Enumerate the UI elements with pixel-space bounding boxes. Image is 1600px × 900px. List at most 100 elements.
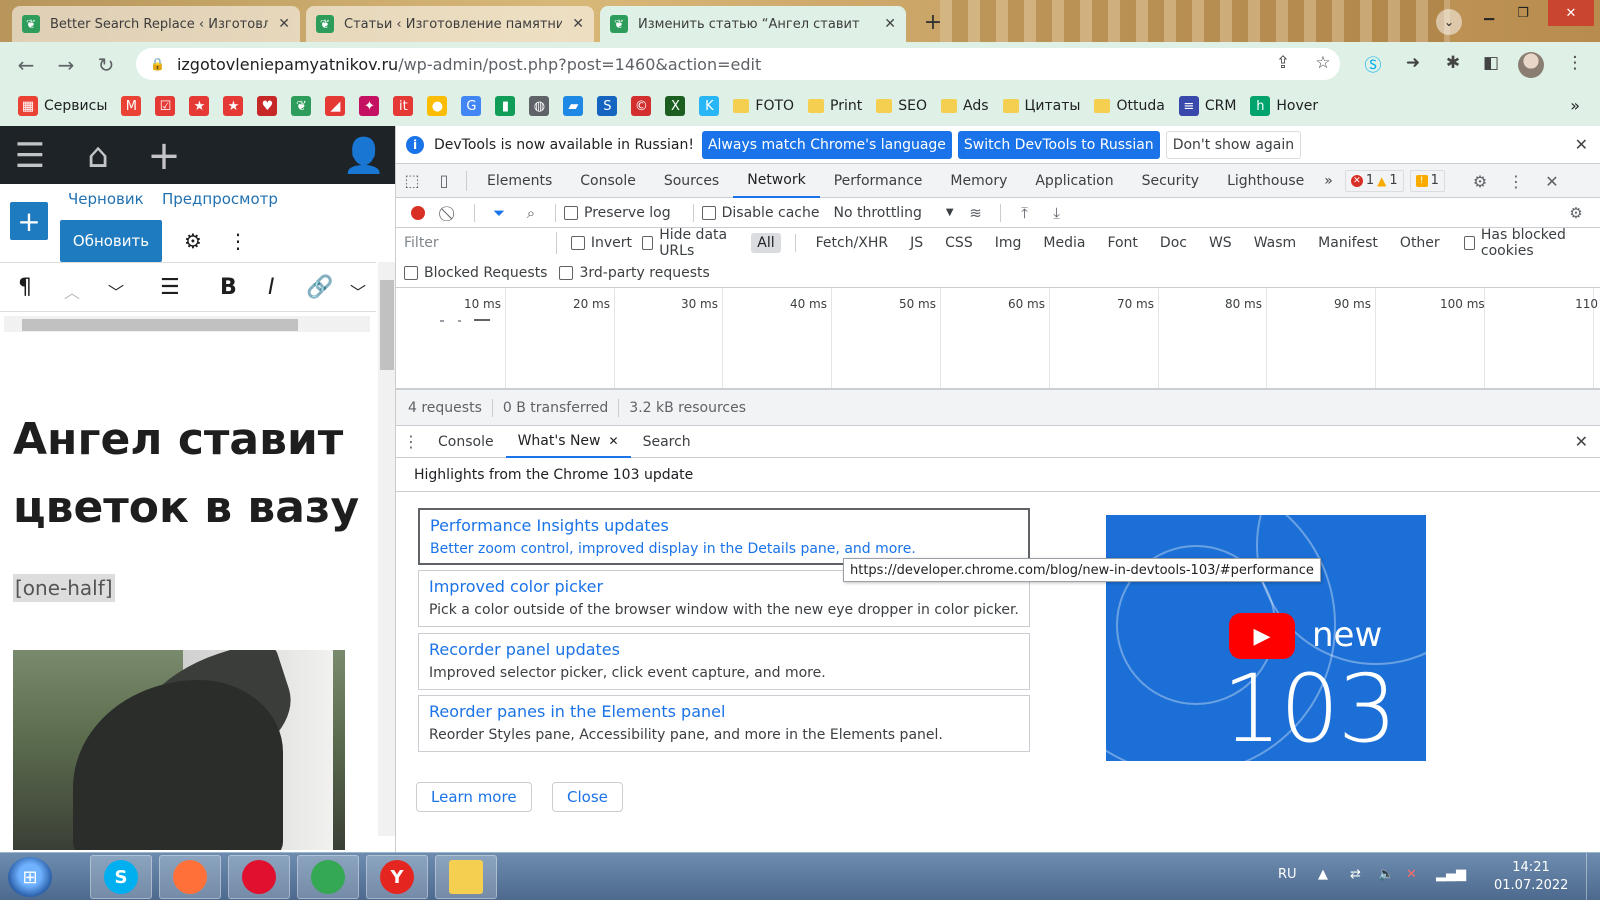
extensions-puzzle-icon[interactable]: ✱: [1438, 48, 1468, 78]
minimize-icon[interactable]: ▁: [1472, 0, 1506, 26]
youtube-play-icon[interactable]: ▶: [1229, 613, 1295, 659]
bookmark-item[interactable]: ◍: [529, 96, 550, 116]
drawer-tab-search[interactable]: Search: [631, 426, 703, 458]
bookmarks-overflow-chevron-icon[interactable]: »: [1570, 96, 1580, 115]
settings-gear-icon[interactable]: ⚙: [184, 229, 202, 253]
network-settings-gear-icon[interactable]: ⚙: [1560, 204, 1592, 222]
taskbar-app-firefox[interactable]: [159, 855, 221, 899]
close-devtools-icon[interactable]: ✕: [1536, 164, 1568, 198]
invert-checkbox[interactable]: Invert: [570, 235, 632, 251]
bookmark-item[interactable]: it: [393, 96, 414, 116]
bookmark-item[interactable]: ▦ Сервисы: [18, 96, 107, 116]
drawer-menu-kebab-icon[interactable]: ⋮: [396, 432, 426, 451]
tray-expand-chevron-icon[interactable]: ▲: [1318, 867, 1328, 882]
type-filter-font[interactable]: Font: [1101, 233, 1143, 253]
bookmark-item[interactable]: Ads: [941, 98, 989, 114]
side-panel-icon[interactable]: ◧: [1476, 48, 1506, 78]
forward-arrow-icon[interactable]: →: [52, 51, 80, 79]
filter-input[interactable]: Filter: [400, 232, 557, 254]
device-toolbar-icon[interactable]: ▯: [428, 164, 460, 198]
filter-funnel-icon[interactable]: ⏷: [483, 204, 515, 222]
move-down-chevron-icon[interactable]: ﹀: [108, 279, 124, 303]
bookmark-item[interactable]: K: [699, 96, 720, 116]
bookmark-item[interactable]: ✦: [359, 96, 380, 116]
whats-new-video-thumbnail[interactable]: ▶ new 103: [1106, 515, 1426, 761]
third-party-checkbox[interactable]: 3rd-party requests: [559, 265, 710, 281]
post-title[interactable]: Ангел ставит цветок в вазу: [13, 406, 373, 542]
inspect-element-icon[interactable]: ⬚: [396, 164, 428, 198]
paragraph-icon[interactable]: ¶: [18, 275, 32, 300]
tab-search-chevron-icon[interactable]: ⌄: [1436, 9, 1462, 35]
drawer-tab-console[interactable]: Console: [426, 426, 506, 458]
bookmark-item[interactable]: FOTO: [733, 98, 794, 114]
browser-tab[interactable]: ❦ Better Search Replace ‹ Изготовл ✕: [12, 6, 300, 42]
angel-statue-image[interactable]: [13, 650, 345, 850]
disable-cache-checkbox[interactable]: Disable cache: [701, 205, 819, 221]
throttling-select[interactable]: No throttling ▼: [833, 205, 953, 221]
bookmark-item[interactable]: Цитаты: [1002, 98, 1080, 114]
network-disconnected-icon[interactable]: ✕: [1406, 867, 1417, 882]
network-conditions-wifi-icon[interactable]: ≋: [960, 204, 992, 222]
taskbar-app-chrome[interactable]: [297, 855, 359, 899]
type-filter-js[interactable]: JS: [904, 233, 929, 253]
italic-icon[interactable]: I: [268, 275, 275, 300]
clear-icon[interactable]: ⃠: [434, 204, 466, 222]
panel-tab-performance[interactable]: Performance: [820, 164, 937, 198]
panel-tab-lighthouse[interactable]: Lighthouse: [1213, 164, 1318, 198]
errors-warnings-badge[interactable]: ✕ 1 ▲ 1: [1344, 169, 1404, 192]
issues-badge[interactable]: ! 1: [1409, 169, 1445, 192]
user-account-icon[interactable]: 👤: [343, 136, 385, 176]
bookmark-item[interactable]: ♥: [257, 96, 278, 116]
volume-icon[interactable]: 🔈: [1378, 867, 1394, 882]
scrollbar-thumb[interactable]: [22, 319, 298, 331]
move-up-chevron-icon[interactable]: ︿: [64, 279, 80, 303]
options-kebab-icon[interactable]: ⋮: [228, 229, 248, 253]
link-icon[interactable]: 🔗: [306, 275, 333, 300]
drawer-tab-whats-new[interactable]: What's New ✕: [505, 426, 631, 458]
learn-more-button[interactable]: Learn more: [416, 782, 532, 812]
bookmark-item[interactable]: ©: [631, 96, 652, 116]
share-icon[interactable]: ⇪: [1268, 48, 1298, 78]
signal-bars-icon[interactable]: ▂▄▆: [1436, 867, 1466, 882]
restore-icon[interactable]: ❐: [1506, 0, 1540, 26]
panel-tab-elements[interactable]: Elements: [473, 164, 566, 198]
draft-link[interactable]: Черновик: [68, 190, 144, 208]
search-icon[interactable]: ⌕: [515, 204, 547, 222]
bookmark-item[interactable]: Ottuda: [1094, 98, 1165, 114]
new-tab-button[interactable]: +: [918, 7, 948, 37]
panel-tab-sources[interactable]: Sources: [650, 164, 733, 198]
bookmark-item[interactable]: ▰: [563, 96, 584, 116]
reload-icon[interactable]: ↻: [92, 51, 120, 79]
import-har-upload-icon[interactable]: ⤒: [1009, 204, 1041, 222]
close-icon[interactable]: ✕: [1575, 135, 1588, 154]
customize-kebab-icon[interactable]: ⋮: [1500, 164, 1532, 198]
whats-new-card[interactable]: Reorder panes in the Elements panel Reor…: [418, 695, 1030, 752]
taskbar-app-explorer[interactable]: [435, 855, 497, 899]
bookmark-star-icon[interactable]: ☆: [1308, 48, 1338, 78]
bookmark-item[interactable]: ☑: [155, 96, 176, 116]
vertical-scrollbar[interactable]: [378, 262, 395, 836]
close-icon[interactable]: ✕: [278, 16, 290, 32]
whats-new-card[interactable]: Performance Insights updates Better zoom…: [418, 508, 1030, 565]
bookmark-item[interactable]: ●: [427, 96, 448, 116]
bold-icon[interactable]: B: [220, 275, 237, 300]
send-arrow-icon[interactable]: ➜: [1398, 48, 1428, 78]
scrollbar-thumb[interactable]: [380, 280, 394, 370]
bookmark-item[interactable]: ▮: [495, 96, 516, 116]
bookmark-item[interactable]: ❦: [291, 96, 312, 116]
hide-data-urls-checkbox[interactable]: Hide data URLs: [642, 227, 741, 259]
close-icon[interactable]: ✕: [572, 16, 584, 32]
bookmark-item[interactable]: ◢: [325, 96, 346, 116]
export-har-download-icon[interactable]: ⤓: [1041, 204, 1073, 222]
panel-tab-memory[interactable]: Memory: [936, 164, 1021, 198]
switch-to-russian-button[interactable]: Switch DevTools to Russian: [957, 130, 1160, 159]
bookmark-item[interactable]: h Hover: [1250, 96, 1318, 116]
language-indicator[interactable]: RU: [1278, 867, 1297, 882]
close-icon[interactable]: ✕: [609, 434, 619, 448]
home-icon[interactable]: ⌂: [78, 136, 118, 176]
add-block-button[interactable]: +: [10, 202, 48, 240]
bookmark-item[interactable]: G: [461, 96, 482, 116]
browser-tab[interactable]: ❦ Статьи ‹ Изготовление памятни ✕: [306, 6, 594, 42]
blocked-requests-checkbox[interactable]: Blocked Requests: [404, 265, 547, 281]
preserve-log-checkbox[interactable]: Preserve log: [564, 205, 671, 221]
